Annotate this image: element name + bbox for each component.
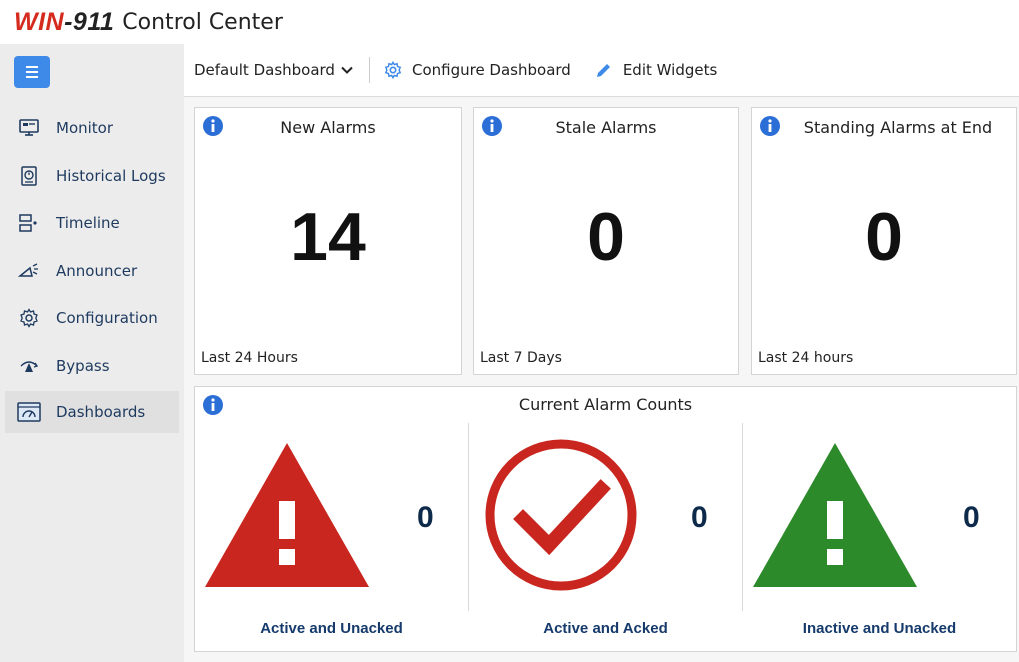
info-icon[interactable] bbox=[760, 116, 780, 136]
sidebar-item-configuration[interactable]: Configuration bbox=[8, 297, 176, 339]
count-label: Active and Acked bbox=[543, 620, 668, 637]
app-title: Control Center bbox=[122, 9, 283, 35]
widget-standing-alarms[interactable]: Standing Alarms at End 0 Last 24 hours bbox=[751, 107, 1017, 375]
count-value: 0 bbox=[691, 501, 708, 534]
monitor-icon bbox=[16, 117, 42, 139]
count-label: Inactive and Unacked bbox=[802, 620, 957, 637]
dashboard-select-value: Default Dashboard bbox=[194, 61, 335, 79]
sidebar-item-label: Timeline bbox=[56, 214, 120, 232]
sidebar-item-timeline[interactable]: Timeline bbox=[8, 202, 176, 244]
count-active-unacked: 0 Active and Unacked bbox=[195, 427, 468, 641]
sidebar: Monitor Historical Logs Timeline Announc… bbox=[0, 44, 184, 662]
sidebar-item-label: Configuration bbox=[56, 309, 158, 327]
chevron-down-icon bbox=[341, 63, 353, 77]
configure-dashboard-button[interactable]: Configure Dashboard bbox=[384, 61, 571, 79]
widget-title: Current Alarm Counts bbox=[518, 395, 693, 414]
widget-footer: Last 24 Hours bbox=[201, 350, 298, 366]
dashboard-icon bbox=[16, 401, 42, 423]
main-content: Default Dashboard Configure Dashboard Ed… bbox=[184, 44, 1019, 662]
check-circle-icon bbox=[485, 439, 637, 591]
widget-value: 0 bbox=[587, 199, 625, 275]
count-label: Active and Unacked bbox=[260, 620, 403, 637]
edit-widgets-button[interactable]: Edit Widgets bbox=[595, 61, 717, 79]
sidebar-item-bypass[interactable]: Bypass bbox=[8, 345, 176, 387]
widget-title: Stale Alarms bbox=[555, 118, 657, 137]
widget-value: 14 bbox=[290, 199, 366, 275]
count-value: 0 bbox=[417, 501, 434, 534]
announcer-icon bbox=[16, 260, 42, 282]
widget-title: Standing Alarms at End bbox=[803, 118, 993, 137]
sidebar-item-label: Dashboards bbox=[56, 403, 146, 421]
sidebar-item-dashboards[interactable]: Dashboards bbox=[5, 391, 179, 433]
widget-new-alarms[interactable]: New Alarms 14 Last 24 Hours bbox=[194, 107, 462, 375]
bypass-icon bbox=[16, 355, 42, 377]
edit-widgets-label: Edit Widgets bbox=[622, 61, 718, 79]
widget-footer: Last 24 hours bbox=[758, 350, 854, 366]
sidebar-item-monitor[interactable]: Monitor bbox=[8, 107, 176, 149]
pencil-icon bbox=[596, 64, 610, 77]
app-logo: WIN-911 bbox=[14, 7, 115, 36]
warning-triangle-red-icon bbox=[205, 443, 369, 587]
sidebar-item-historical-logs[interactable]: Historical Logs bbox=[8, 155, 176, 197]
count-value: 0 bbox=[963, 501, 980, 534]
toolbar-divider bbox=[368, 57, 370, 83]
dashboard-select[interactable]: Default Dashboard bbox=[194, 61, 353, 79]
sidebar-item-label: Announcer bbox=[56, 262, 138, 280]
menu-toggle-button[interactable] bbox=[14, 56, 50, 88]
configure-dashboard-label: Configure Dashboard bbox=[411, 61, 571, 79]
gear-icon bbox=[16, 307, 42, 329]
historical-logs-icon bbox=[16, 165, 42, 187]
dashboard-toolbar: Default Dashboard Configure Dashboard Ed… bbox=[184, 44, 1019, 97]
widget-current-alarm-counts[interactable]: Current Alarm Counts 0 Active and Unacke… bbox=[194, 386, 1017, 652]
widget-footer: Last 7 Days bbox=[480, 350, 562, 366]
sidebar-item-announcer[interactable]: Announcer bbox=[8, 250, 176, 292]
widget-value: 0 bbox=[865, 199, 903, 275]
timeline-icon bbox=[16, 212, 42, 234]
warning-triangle-green-icon bbox=[753, 443, 917, 587]
sidebar-item-label: Historical Logs bbox=[56, 167, 166, 185]
count-inactive-unacked: 0 Inactive and Unacked bbox=[743, 427, 1016, 641]
count-active-acked: 0 Active and Acked bbox=[469, 427, 742, 641]
sidebar-item-label: Bypass bbox=[56, 357, 110, 375]
widget-stale-alarms[interactable]: Stale Alarms 0 Last 7 Days bbox=[473, 107, 739, 375]
gear-icon bbox=[384, 61, 402, 79]
title-bar: WIN-911 Control Center bbox=[0, 0, 1019, 44]
sidebar-item-label: Monitor bbox=[56, 119, 114, 137]
widget-title: New Alarms bbox=[280, 118, 376, 137]
